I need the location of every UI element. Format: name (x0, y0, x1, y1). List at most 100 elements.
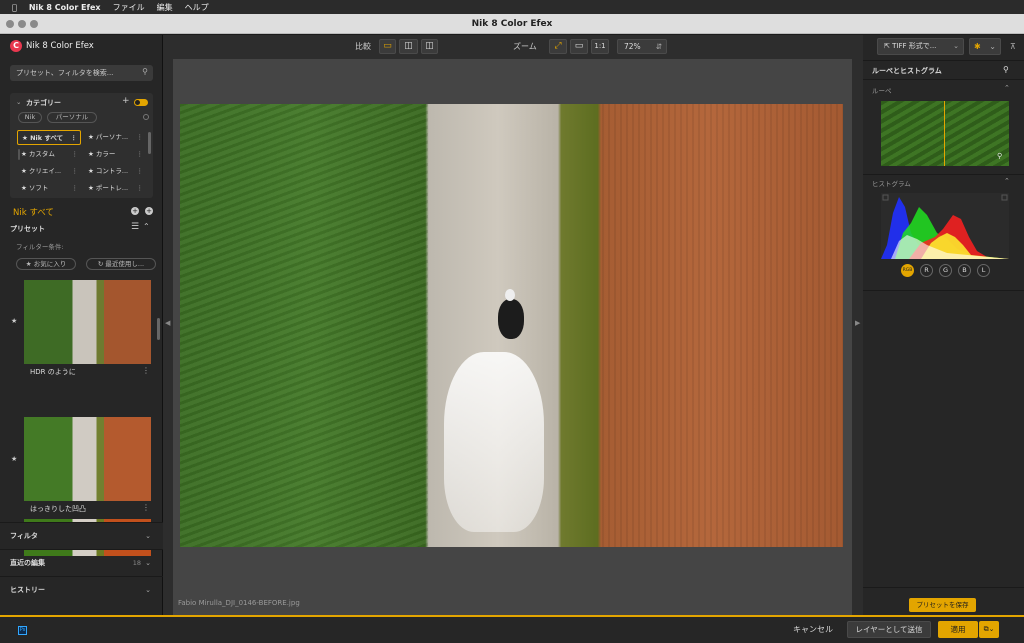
share-icon: ⇱ (884, 42, 890, 50)
collapse-chevron-icon[interactable]: ⌄ (16, 98, 21, 106)
search-input[interactable]: プリセット、フィルタを検索... ⚲ (10, 65, 153, 81)
category-scrollbar[interactable] (148, 132, 151, 154)
compare-single-button[interactable]: ▭ (379, 39, 396, 54)
zoom-select[interactable]: 72% ⇵ (617, 39, 667, 54)
channel-b-button[interactable]: B (958, 264, 971, 277)
preset-thumbnail-hdr[interactable] (24, 280, 151, 364)
collapse-left-icon[interactable]: ◀ (165, 319, 170, 327)
right-panel-toggle[interactable]: ▶ (852, 35, 863, 615)
zoom-fit-button[interactable]: ⤢ (549, 39, 567, 54)
section-recent-edits[interactable]: 直近の編集 18 ⌄ (0, 549, 163, 576)
category-toggle[interactable] (134, 99, 148, 106)
loupe-preview[interactable]: ⚲ (881, 101, 1009, 166)
minimize-window-button[interactable] (18, 20, 26, 28)
add-filter-icon[interactable]: + (145, 207, 153, 215)
chip-nik[interactable]: Nik (18, 112, 42, 123)
chevron-down-icon: ⌄ (989, 42, 996, 51)
collapse-up-icon[interactable]: ⌃ (1004, 84, 1010, 92)
zoom-fill-button[interactable]: ▭ (570, 39, 588, 54)
preset-label-clarity: はっきりした凹凸 (30, 505, 86, 513)
filter-condition-label: フィルター条件: (16, 243, 64, 251)
favorite-star-icon[interactable]: ★ (11, 455, 17, 463)
compare-side-button[interactable]: ◫ (421, 39, 438, 54)
favorite-star-icon[interactable]: ★ (11, 317, 17, 325)
category-color[interactable]: ★ カラー ⋮ (84, 147, 146, 162)
chevron-down-icon: ⌄ (145, 532, 151, 540)
send-as-layer-button[interactable]: レイヤーとして送信 (847, 621, 931, 638)
menu-help[interactable]: ヘルプ (185, 2, 209, 13)
category-label: カテゴリー (26, 99, 61, 107)
chevron-down-icon: ⌄ (988, 625, 995, 633)
export-format-select[interactable]: ⇱ TIFF 形式で... ⌄ (877, 38, 964, 55)
collapse-up-icon[interactable]: ⌃ (1004, 177, 1010, 185)
stepper-icon: ⇵ (655, 42, 662, 51)
zoom-label: ズーム (513, 42, 537, 51)
preset-menu-icon[interactable]: ⋮ (142, 366, 150, 375)
gear-icon: ✱ (974, 42, 981, 51)
recent-filter-chip[interactable]: ↻ 最近使用し... (86, 258, 156, 270)
bottom-bar: Ps キャンセル レイヤーとして送信 適用 ⧉⌄ (0, 615, 1024, 643)
left-panel: C Nik 8 Color Efex プリセット、フィルタを検索... ⚲ ⌄ … (0, 35, 163, 615)
chevron-down-icon: ⌄ (145, 586, 151, 594)
search-icon[interactable]: ⚲ (142, 67, 148, 76)
channel-r-button[interactable]: R (920, 264, 933, 277)
window-title: Nik 8 Color Efex (471, 19, 553, 29)
zoom-1to1-button[interactable]: 1:1 (591, 39, 609, 54)
category-custom[interactable]: ★ カスタム ⋮ (17, 147, 81, 162)
add-preset-icon[interactable]: + (131, 207, 139, 215)
preview-image[interactable] (180, 104, 843, 547)
couple-figure (498, 299, 524, 339)
compare-label: 比較 (355, 42, 371, 51)
left-panel-toggle[interactable]: ◀ (163, 35, 173, 615)
preset-label: プリセット (10, 225, 45, 233)
collapse-panel-icon[interactable]: ⊼ (1010, 42, 1016, 51)
zoom-window-button[interactable] (30, 20, 38, 28)
list-view-icon[interactable]: ☰ (131, 222, 139, 232)
section-filters[interactable]: フィルタ ⌄ (0, 522, 163, 549)
menu-app[interactable]: Nik 8 Color Efex (29, 3, 101, 12)
compare-split-button[interactable]: ◫ (399, 39, 418, 54)
add-category-icon[interactable]: + (122, 96, 130, 106)
search-placeholder: プリセット、フィルタを検索... (16, 69, 114, 77)
menu-file[interactable]: ファイル (113, 2, 145, 13)
histogram-label: ヒストグラム (872, 180, 911, 188)
apple-icon[interactable]:  (12, 3, 17, 12)
loupe-pin-icon[interactable]: ⚲ (997, 152, 1002, 160)
apply-options-dropdown[interactable]: ⧉⌄ (979, 621, 999, 638)
category-creative[interactable]: ★ クリエイ... ⋮ (17, 164, 81, 179)
category-personal[interactable]: ★ パーソナ... ⋮ (84, 130, 146, 145)
channel-l-button[interactable]: L (977, 264, 990, 277)
preview-toolbar: 比較 ▭ ◫ ◫ ズーム ⤢ ▭ 1:1 72% ⇵ (173, 35, 852, 59)
chip-radio-icon[interactable] (143, 114, 149, 120)
loupe-label: ルーペ (872, 87, 892, 95)
preset-label-hdr: HDR のように (30, 368, 76, 376)
photoshop-icon: Ps (18, 626, 27, 635)
favorites-filter-chip[interactable]: ★ お気に入り (16, 258, 76, 270)
histogram-channel-buttons: RGB R G B L (901, 264, 991, 278)
channel-g-button[interactable]: G (939, 264, 952, 277)
category-contrast[interactable]: ★ コントラ... ⋮ (84, 164, 146, 179)
save-preset-button[interactable]: プリセットを保存 (909, 598, 976, 612)
brand-name: Nik 8 Color Efex (26, 41, 94, 51)
close-window-button[interactable] (6, 20, 14, 28)
nik-all-title: Nik すべて (13, 208, 54, 218)
pin-icon[interactable]: ⚲ (1003, 65, 1009, 74)
channel-rgb-button[interactable]: RGB (901, 264, 914, 277)
preset-thumbnail-clarity[interactable] (24, 417, 151, 501)
apply-button[interactable]: 適用 (938, 621, 978, 638)
category-soft[interactable]: ★ ソフト ⋮ (17, 181, 81, 196)
collapse-up-icon[interactable]: ⌃ (143, 222, 150, 231)
menu-edit[interactable]: 編集 (157, 2, 173, 13)
category-portrait[interactable]: ★ ポートレ... ⋮ (84, 181, 146, 196)
preset-menu-icon[interactable]: ⋮ (142, 503, 150, 512)
filename-label: Fabio Mirulla_DJI_0146-BEFORE.jpg (178, 599, 300, 607)
preset-scrollbar[interactable] (157, 318, 160, 340)
category-nik-all[interactable]: ★ Nik すべて ⋮ (17, 130, 81, 145)
panel-title: ルーペとヒストグラム (872, 67, 942, 75)
loupe-histogram-header: ルーペとヒストグラム ⚲ (863, 60, 1024, 80)
settings-select[interactable]: ✱ ⌄ (969, 38, 1001, 55)
collapse-right-icon[interactable]: ▶ (855, 319, 860, 327)
cancel-button[interactable]: キャンセル (793, 624, 833, 635)
section-history[interactable]: ヒストリー ⌄ (0, 576, 163, 603)
chip-personal[interactable]: パーソナル (47, 112, 97, 123)
